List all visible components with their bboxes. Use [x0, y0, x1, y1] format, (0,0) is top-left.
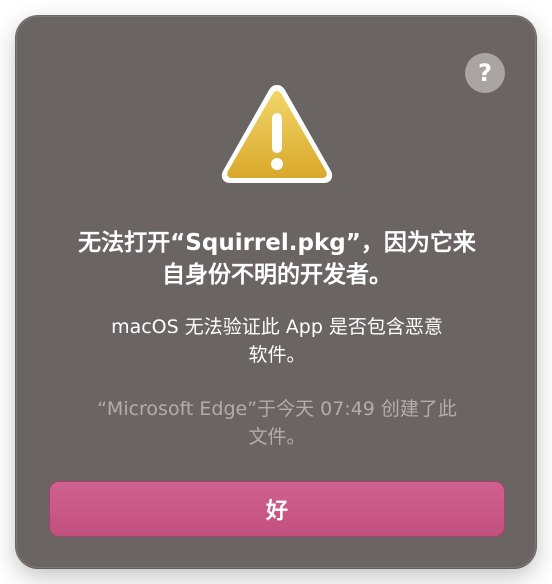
- dialog-info-line-1: “Microsoft Edge”于今天 07:49 创建了此: [97, 398, 457, 420]
- dialog-title: 无法打开“Squirrel.pkg”，因为它来 自身份不明的开发者。: [47, 227, 507, 291]
- dialog-message: macOS 无法验证此 App 是否包含恶意 软件。: [57, 313, 497, 369]
- ok-button-label: 好: [265, 499, 288, 524]
- dialog-message-line-1: macOS 无法验证此 App 是否包含恶意: [111, 316, 443, 338]
- ok-button[interactable]: 好: [49, 481, 505, 537]
- dialog-title-line-1: 无法打开“Squirrel.pkg”，因为它来: [78, 230, 476, 256]
- help-icon: ?: [478, 59, 492, 87]
- dialog-info-line-2: 文件。: [248, 426, 306, 448]
- alert-dialog: ? 无法打开“Squirrel.pkg”，因为它来 自身份不明的开发者。 mac…: [16, 16, 536, 568]
- dialog-info: “Microsoft Edge”于今天 07:49 创建了此 文件。: [57, 395, 497, 451]
- warning-triangle-icon: [221, 85, 333, 183]
- help-button[interactable]: ?: [465, 53, 505, 93]
- dialog-message-line-2: 软件。: [248, 344, 306, 366]
- dialog-title-line-2: 自身份不明的开发者。: [162, 262, 392, 288]
